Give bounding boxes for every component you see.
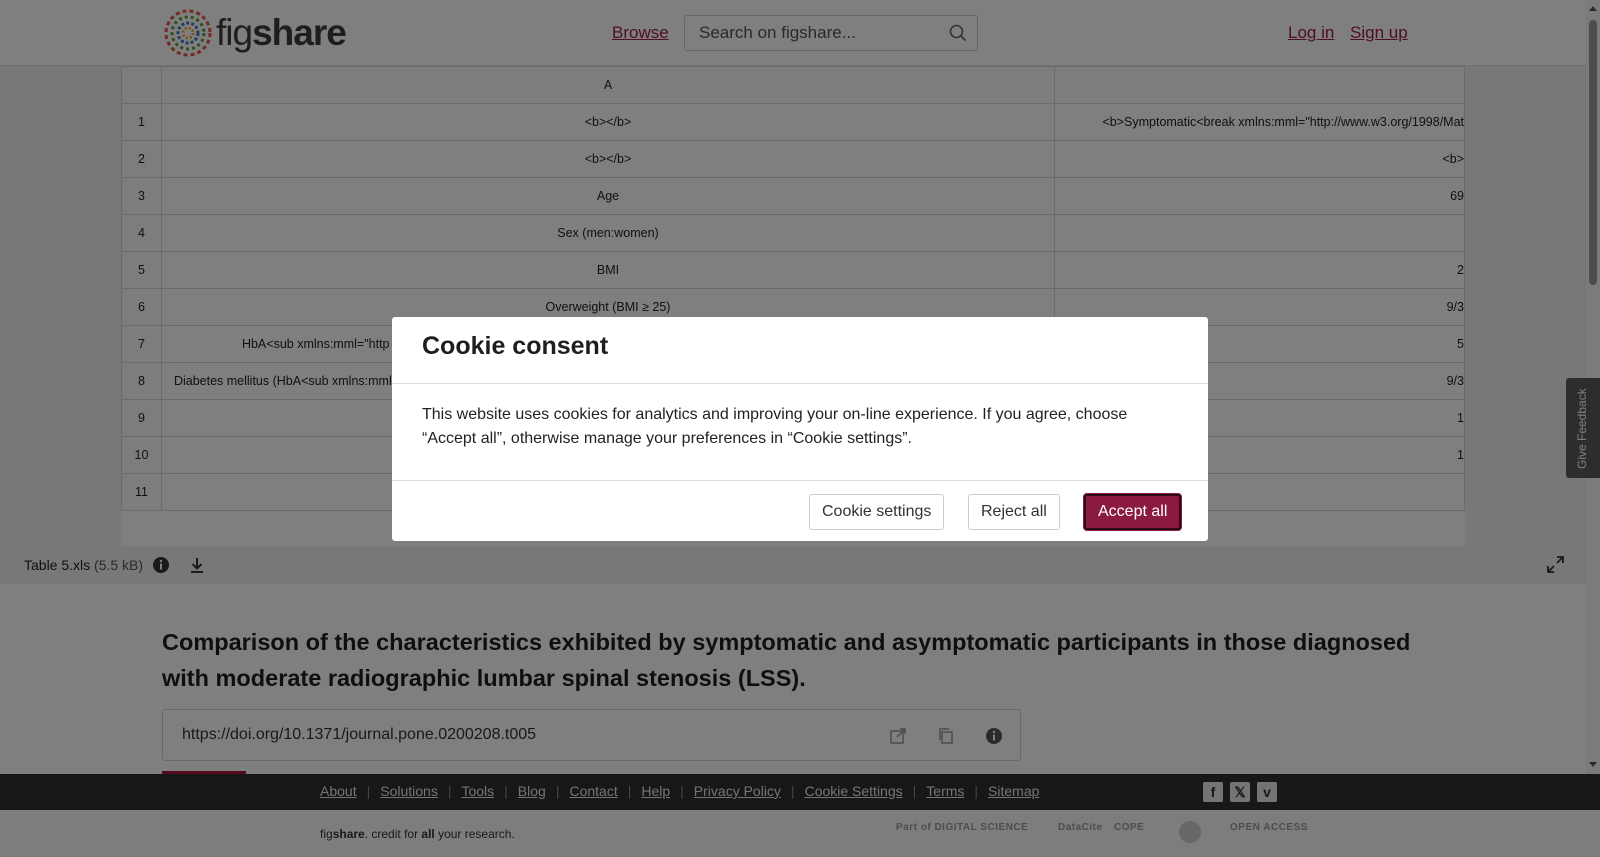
cookie-consent-text: This website uses cookies for analytics … <box>422 406 1128 447</box>
reject-all-button[interactable]: Reject all <box>968 494 1060 530</box>
modal-overlay: Cookie consent This website uses cookies… <box>0 0 1600 857</box>
divider <box>392 383 1208 384</box>
accept-all-button[interactable]: Accept all <box>1084 494 1182 530</box>
cookie-consent-title: Cookie consent <box>422 332 609 360</box>
cookie-consent-dialog: Cookie consent This website uses cookies… <box>392 317 1208 541</box>
divider <box>392 480 1208 481</box>
cookie-settings-button[interactable]: Cookie settings <box>809 494 945 530</box>
